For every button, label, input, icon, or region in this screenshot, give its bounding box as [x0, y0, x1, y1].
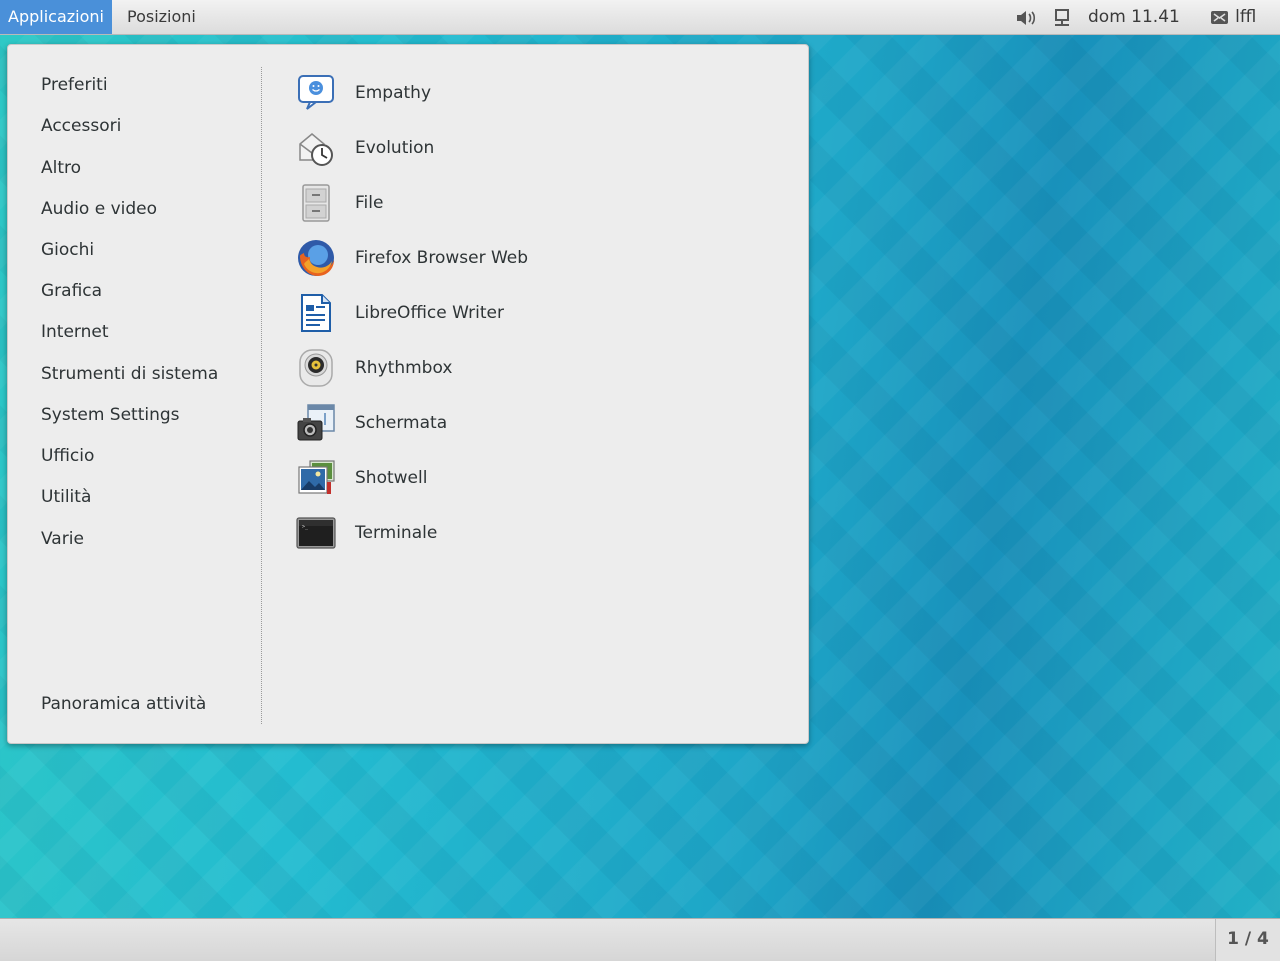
category-favorites[interactable]: Preferiti — [41, 75, 108, 95]
category-graphics[interactable]: Grafica — [41, 281, 102, 301]
camera-screenshot-icon — [297, 404, 335, 441]
app-libreoffice-writer[interactable]: LibreOffice Writer — [296, 291, 696, 335]
speaker-music-icon — [299, 349, 333, 387]
svg-text:>_: >_ — [302, 524, 309, 530]
network-button[interactable] — [1053, 0, 1071, 34]
app-label: Evolution — [355, 138, 435, 158]
category-audio-video[interactable]: Audio e video — [41, 199, 157, 219]
app-label: Terminale — [355, 523, 438, 543]
places-menu-button[interactable]: Posizioni — [119, 0, 204, 34]
user-menu-button[interactable]: lffl — [1210, 0, 1256, 34]
app-evolution[interactable]: Evolution — [296, 126, 696, 170]
bottom-bar: 1 / 4 — [0, 918, 1280, 961]
top-bar: Applicazioni Posizioni dom 11.41 lffl — [0, 0, 1280, 35]
menu-divider — [261, 67, 262, 724]
app-rhythmbox[interactable]: Rhythmbox — [296, 346, 696, 390]
mail-icon — [1211, 10, 1228, 24]
app-label: File — [355, 193, 384, 213]
photos-icon — [298, 460, 335, 494]
category-games[interactable]: Giochi — [41, 240, 94, 260]
applications-menu: Preferiti Accessori Altro Audio e video … — [7, 44, 809, 744]
app-label: Firefox Browser Web — [355, 248, 529, 268]
chat-icon — [298, 75, 334, 110]
volume-button[interactable] — [1015, 0, 1037, 34]
app-label: Empathy — [355, 83, 432, 103]
file-cabinet-icon — [302, 184, 330, 222]
category-accessories[interactable]: Accessori — [41, 116, 121, 136]
firefox-icon — [298, 240, 334, 276]
app-label: Rhythmbox — [355, 358, 453, 378]
clock[interactable]: dom 11.41 — [1088, 0, 1180, 34]
app-screenshot[interactable]: Schermata — [296, 401, 696, 445]
speaker-icon — [1017, 10, 1036, 25]
terminal-icon: >_ — [296, 517, 336, 549]
category-other[interactable]: Altro — [41, 158, 81, 178]
category-misc[interactable]: Varie — [41, 529, 84, 549]
category-system-settings[interactable]: System Settings — [41, 405, 180, 425]
user-name: lffl — [1235, 7, 1257, 27]
app-firefox[interactable]: Firefox Browser Web — [296, 236, 696, 280]
activities-overview-link[interactable]: Panoramica attività — [41, 694, 206, 714]
category-system-tools[interactable]: Strumenti di sistema — [41, 364, 218, 384]
app-empathy[interactable]: Empathy — [296, 71, 696, 115]
app-label: Schermata — [355, 413, 448, 433]
mail-clock-icon — [299, 133, 333, 166]
app-label: Shotwell — [355, 468, 428, 488]
category-office[interactable]: Ufficio — [41, 446, 94, 466]
category-utilities[interactable]: Utilità — [41, 487, 91, 507]
app-label: LibreOffice Writer — [355, 303, 504, 323]
workspace-indicator[interactable]: 1 / 4 — [1215, 919, 1280, 961]
app-terminal[interactable]: >_ Terminale — [296, 511, 696, 555]
app-shotwell[interactable]: Shotwell — [296, 456, 696, 500]
app-files[interactable]: File — [296, 181, 696, 225]
network-wired-icon — [1055, 8, 1069, 26]
document-icon — [301, 294, 331, 332]
applications-menu-button[interactable]: Applicazioni — [0, 0, 112, 34]
category-internet[interactable]: Internet — [41, 322, 109, 342]
